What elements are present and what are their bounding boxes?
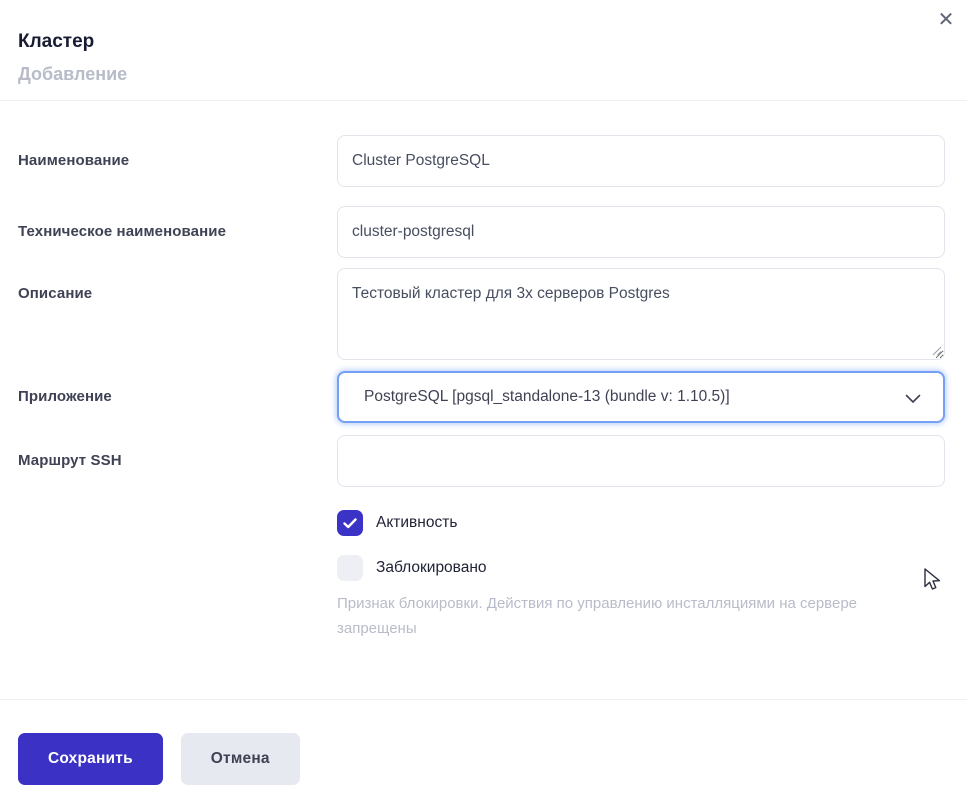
- tech-name-input[interactable]: [337, 206, 945, 258]
- check-icon: [343, 517, 357, 528]
- application-select-value: PostgreSQL [pgsql_standalone-13 (bundle …: [364, 388, 730, 405]
- activity-checkbox-row[interactable]: Активность: [337, 510, 945, 536]
- blocked-checkbox-row[interactable]: Заблокировано: [337, 555, 945, 581]
- form-row-application: Приложение PostgreSQL [pgsql_standalone-…: [18, 371, 945, 423]
- activity-checkbox[interactable]: [337, 510, 363, 536]
- application-select[interactable]: PostgreSQL [pgsql_standalone-13 (bundle …: [337, 371, 945, 423]
- name-label: Наименование: [18, 152, 130, 169]
- modal-subtitle: Добавление: [18, 64, 128, 84]
- save-button[interactable]: Сохранить: [18, 733, 163, 785]
- ssh-route-input[interactable]: [337, 435, 945, 487]
- modal-title: Кластер: [18, 31, 95, 52]
- description-textarea[interactable]: Тестовый кластер для 3х серверов Postgre…: [337, 268, 945, 360]
- tech-name-label: Техническое наименование: [18, 223, 227, 240]
- blocked-checkbox[interactable]: [337, 555, 363, 581]
- form-row-ssh-route: Маршрут SSH: [18, 435, 945, 487]
- modal-body: Наименование Техническое наименование Оп…: [0, 101, 967, 699]
- chevron-down-icon: [905, 394, 921, 403]
- modal-header: Кластер Добавление ✕: [0, 0, 967, 101]
- cancel-button[interactable]: Отмена: [180, 733, 300, 785]
- modal-footer: Сохранить Отмена: [0, 699, 967, 794]
- activity-checkbox-label: Активность: [376, 514, 458, 531]
- form-row-description: Описание Тестовый кластер для 3х серверо…: [18, 268, 945, 360]
- name-input[interactable]: [337, 135, 945, 187]
- form-row-tech-name: Техническое наименование: [18, 206, 945, 258]
- blocked-checkbox-label: Заблокировано: [376, 559, 487, 576]
- checkbox-section: Активность Заблокировано Признак блокиро…: [337, 510, 945, 641]
- description-label: Описание: [18, 285, 93, 302]
- application-label: Приложение: [18, 388, 112, 405]
- cluster-add-modal: Кластер Добавление ✕ Наименование Технич…: [0, 0, 967, 794]
- ssh-route-label: Маршрут SSH: [18, 452, 122, 469]
- blocked-hint-text: Признак блокировки. Действия по управлен…: [337, 595, 858, 637]
- form-row-name: Наименование: [18, 135, 945, 187]
- close-icon[interactable]: ✕: [931, 4, 961, 34]
